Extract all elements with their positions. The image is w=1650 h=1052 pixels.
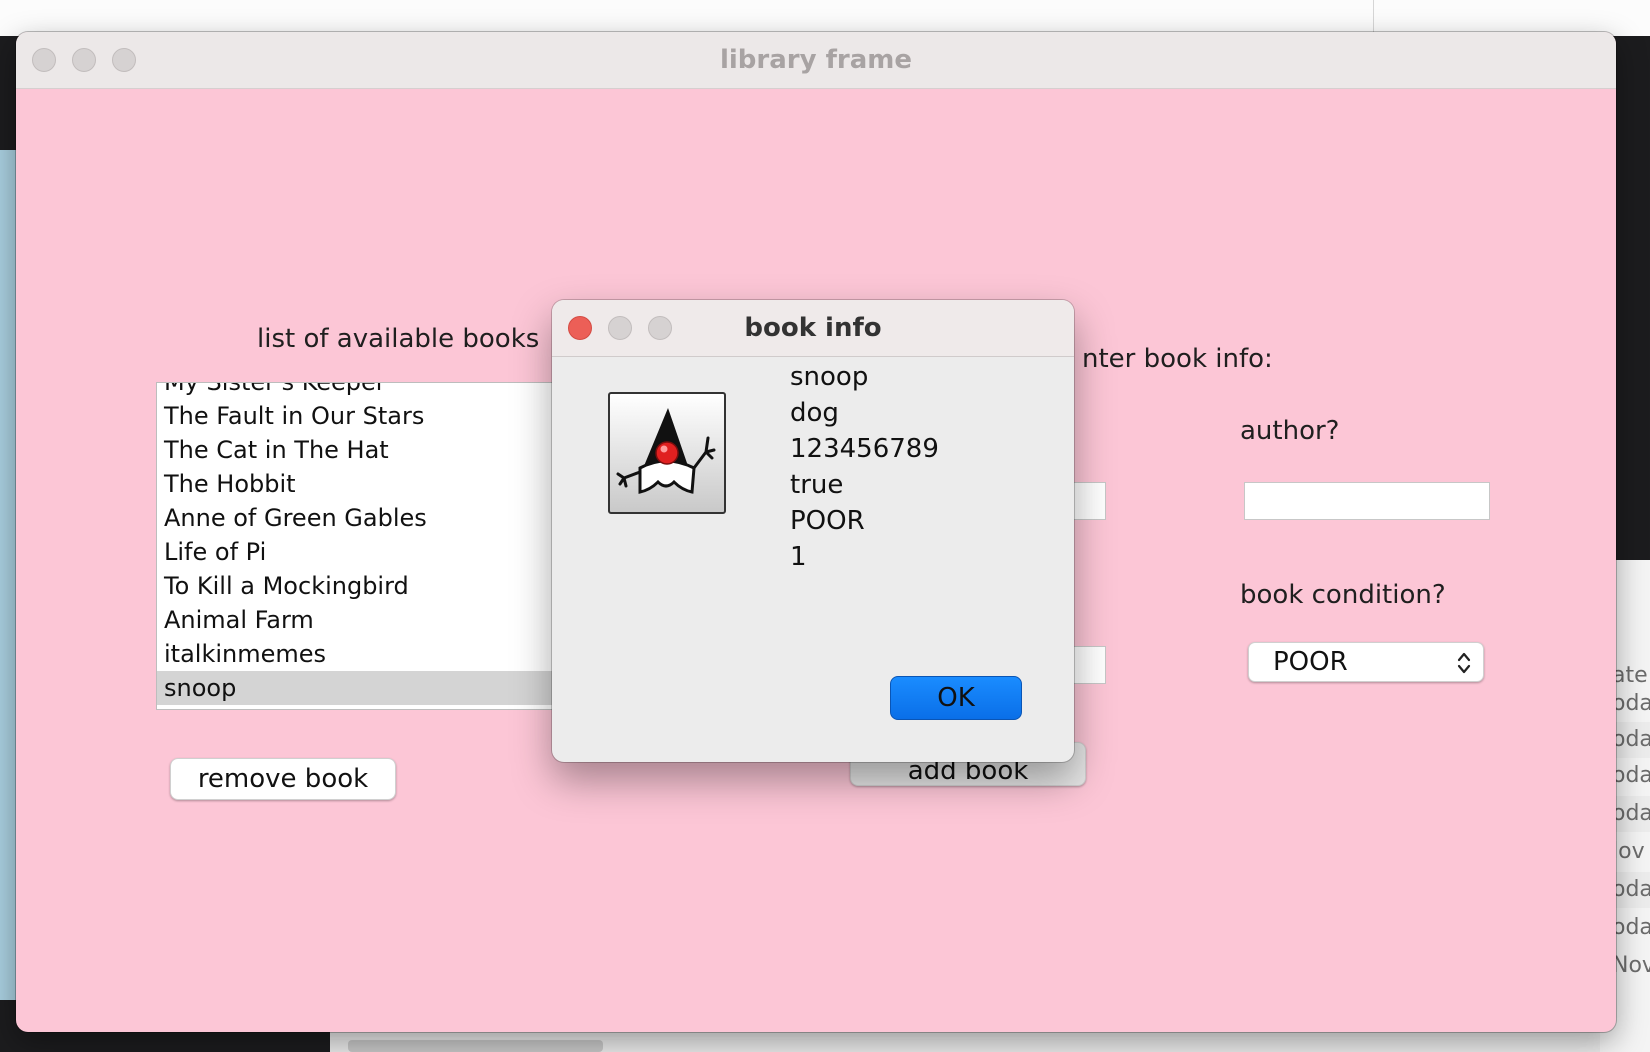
author-field[interactable]	[1244, 482, 1490, 520]
info-line: snoop	[790, 362, 869, 392]
dialog-titlebar[interactable]: book info	[552, 300, 1074, 357]
list-item[interactable]: My Sister's Keeper	[157, 383, 577, 399]
info-line: POOR	[790, 506, 865, 536]
duke-icon	[608, 392, 726, 514]
background-cell: lov	[1612, 839, 1645, 864]
list-item[interactable]: Anne of Green Gables	[157, 501, 577, 535]
ok-button[interactable]: OK	[890, 676, 1022, 720]
condition-label: book condition?	[1240, 580, 1446, 610]
books-list-label: list of available books	[257, 324, 540, 354]
enter-info-label: nter book info:	[1082, 344, 1273, 374]
list-item[interactable]: To Kill a Mockingbird	[157, 569, 577, 603]
list-item[interactable]: The Cat in The Hat	[157, 433, 577, 467]
remove-book-button[interactable]: remove book	[170, 758, 396, 800]
info-line: 123456789	[790, 434, 939, 464]
main-titlebar[interactable]: library frame	[16, 32, 1616, 89]
info-line: dog	[790, 398, 839, 428]
background-cell: oda	[1612, 722, 1650, 758]
condition-select[interactable]: POOR	[1248, 642, 1484, 682]
condition-selected-value: POOR	[1273, 647, 1348, 677]
list-item-selected[interactable]: snoop	[157, 671, 577, 705]
background-cell: oda	[1612, 763, 1650, 788]
chevron-updown-icon	[1457, 652, 1471, 674]
dialog-title: book info	[744, 313, 882, 343]
background-window-top	[0, 0, 1650, 36]
book-info-dialog: book info snoop dog 123456789 true POOR …	[552, 300, 1074, 762]
author-label: author?	[1240, 416, 1340, 446]
background-scrollbar	[348, 1040, 603, 1052]
list-item[interactable]: italkinmemes	[157, 637, 577, 671]
list-item[interactable]: Animal Farm	[157, 603, 577, 637]
background-cell: Nov	[1612, 953, 1650, 978]
list-item[interactable]: The Fault in Our Stars	[157, 399, 577, 433]
list-item[interactable]: Life of Pi	[157, 535, 577, 569]
info-line: true	[790, 470, 844, 500]
main-window-title: library frame	[719, 45, 913, 75]
background-cell: oda	[1612, 872, 1650, 908]
books-list[interactable]: My Sister's Keeper The Fault in Our Star…	[156, 382, 578, 710]
background-cell: oda	[1612, 796, 1650, 832]
background-divider	[1373, 0, 1374, 36]
background-cell: oda	[1612, 691, 1650, 716]
list-item[interactable]: The Hobbit	[157, 467, 577, 501]
info-line: 1	[790, 542, 807, 572]
background-cell: oda	[1612, 915, 1650, 940]
